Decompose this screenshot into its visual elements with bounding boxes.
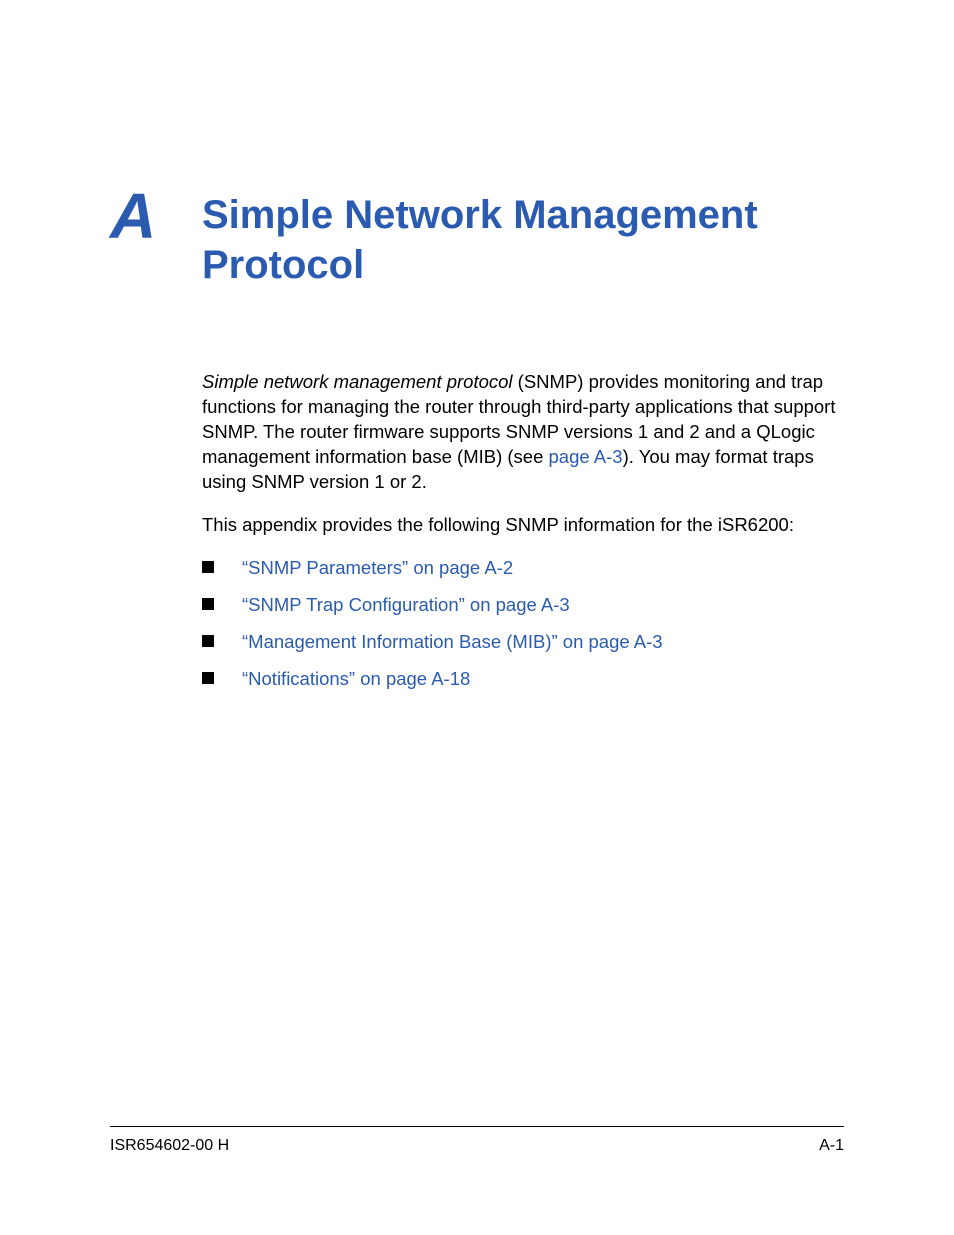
footer-page-number: A-1 <box>819 1137 844 1155</box>
page-footer: ISR654602-00 H A-1 <box>110 1126 844 1155</box>
square-bullet-icon <box>202 635 214 647</box>
square-bullet-icon <box>202 672 214 684</box>
snmp-parameters-link[interactable]: “SNMP Parameters” on page A-2 <box>242 556 513 581</box>
appendix-heading: A Simple Network Management Protocol <box>110 190 844 290</box>
mib-link[interactable]: “Management Information Base (MIB)” on p… <box>242 630 663 655</box>
list-intro-paragraph: This appendix provides the following SNM… <box>202 513 844 538</box>
appendix-letter: A <box>110 184 202 248</box>
list-item: “SNMP Trap Configuration” on page A-3 <box>202 593 844 618</box>
footer-doc-id: ISR654602-00 H <box>110 1137 229 1155</box>
intro-paragraph: Simple network management protocol (SNMP… <box>202 370 844 495</box>
square-bullet-icon <box>202 598 214 610</box>
topic-list: “SNMP Parameters” on page A-2 “SNMP Trap… <box>202 556 844 692</box>
italic-term: Simple network management protocol <box>202 371 513 392</box>
appendix-title: Simple Network Management Protocol <box>202 190 844 290</box>
document-page: A Simple Network Management Protocol Sim… <box>0 0 954 1235</box>
notifications-link[interactable]: “Notifications” on page A-18 <box>242 667 470 692</box>
snmp-trap-config-link[interactable]: “SNMP Trap Configuration” on page A-3 <box>242 593 570 618</box>
square-bullet-icon <box>202 561 214 573</box>
body-content: Simple network management protocol (SNMP… <box>202 370 844 692</box>
list-item: “SNMP Parameters” on page A-2 <box>202 556 844 581</box>
list-item: “Notifications” on page A-18 <box>202 667 844 692</box>
list-item: “Management Information Base (MIB)” on p… <box>202 630 844 655</box>
page-a3-link[interactable]: page A-3 <box>549 446 623 467</box>
